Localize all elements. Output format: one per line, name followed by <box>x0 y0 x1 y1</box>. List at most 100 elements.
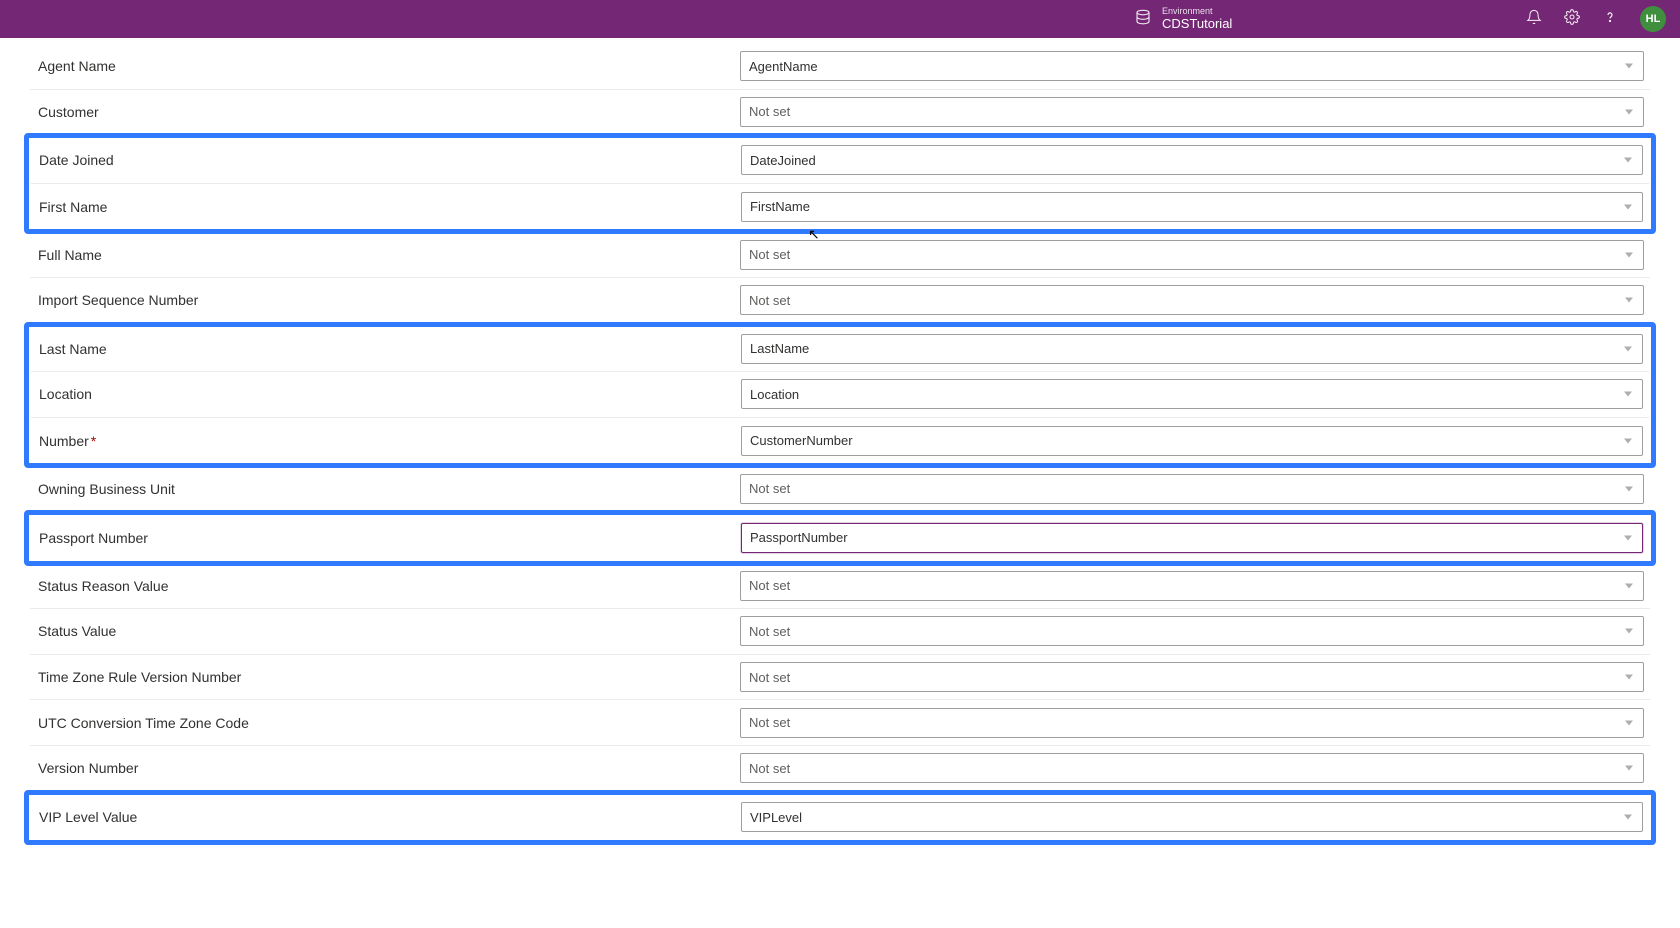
chevron-down-icon <box>1625 486 1633 491</box>
field-value-col: DateJoined <box>741 145 1649 175</box>
field-dropdown[interactable]: FirstName <box>741 192 1643 222</box>
field-label: Status Reason Value <box>30 578 740 594</box>
field-label: Agent Name <box>30 58 740 74</box>
field-mapping-form: Agent NameAgentNameCustomerNot setDate J… <box>0 38 1680 845</box>
chevron-down-icon <box>1625 583 1633 588</box>
field-label: UTC Conversion Time Zone Code <box>30 715 740 731</box>
field-label: Version Number <box>30 760 740 776</box>
field-dropdown[interactable]: Not set <box>740 708 1644 738</box>
field-value-col: AgentName <box>740 51 1650 81</box>
header-actions: HL <box>1526 6 1666 32</box>
field-dropdown[interactable]: Not set <box>740 571 1644 601</box>
user-avatar[interactable]: HL <box>1640 6 1666 32</box>
field-row: Status Value Not set <box>30 609 1650 655</box>
environment-label: Environment <box>1162 7 1232 17</box>
environment-picker[interactable]: Environment CDSTutorial <box>1134 7 1232 31</box>
field-dropdown[interactable]: Not set <box>740 616 1644 646</box>
field-value-col: LastName <box>741 334 1649 364</box>
chevron-down-icon <box>1624 346 1632 351</box>
field-value-col: Not set <box>740 616 1650 646</box>
chevron-down-icon <box>1624 204 1632 209</box>
field-value-col: FirstName <box>741 192 1649 222</box>
field-row: Owning Business Unit Not set <box>30 466 1650 512</box>
field-dropdown[interactable]: Not set <box>740 474 1644 504</box>
field-value-col: Not set <box>740 97 1650 127</box>
dropdown-value: CustomerNumber <box>750 433 853 448</box>
field-label: Location <box>31 386 741 402</box>
chevron-down-icon <box>1625 64 1633 69</box>
environment-name: CDSTutorial <box>1162 17 1232 31</box>
help-icon[interactable] <box>1602 9 1618 29</box>
field-label: Status Value <box>30 623 740 639</box>
chevron-down-icon <box>1625 766 1633 771</box>
field-value-col: Not set <box>740 571 1650 601</box>
field-label: Time Zone Rule Version Number <box>30 669 740 685</box>
field-dropdown[interactable]: Not set <box>740 97 1644 127</box>
dropdown-value: Not set <box>749 761 790 776</box>
field-value-col: Not set <box>740 474 1650 504</box>
field-value-col: PassportNumber <box>741 523 1649 553</box>
field-dropdown[interactable]: Not set <box>740 240 1644 270</box>
field-value-col: Not set <box>740 240 1650 270</box>
field-row: First Name FirstName <box>31 184 1649 230</box>
highlight-group: VIP Level Value VIPLevel <box>24 790 1656 846</box>
field-dropdown[interactable]: Location <box>741 379 1643 409</box>
dropdown-value: PassportNumber <box>750 530 848 545</box>
chevron-down-icon <box>1624 815 1632 820</box>
environment-text: Environment CDSTutorial <box>1162 7 1232 31</box>
field-dropdown[interactable]: CustomerNumber <box>741 426 1643 456</box>
chevron-down-icon <box>1625 109 1633 114</box>
field-dropdown[interactable]: AgentName <box>740 51 1644 81</box>
field-row: Time Zone Rule Version Number Not set <box>30 655 1650 701</box>
field-value-col: Location <box>741 379 1649 409</box>
dropdown-value: Not set <box>749 104 790 119</box>
dropdown-value: Not set <box>749 624 790 639</box>
dropdown-value: Not set <box>749 481 790 496</box>
avatar-initials: HL <box>1646 13 1661 25</box>
dropdown-value: VIPLevel <box>750 810 802 825</box>
required-marker: * <box>91 433 96 449</box>
field-row: VIP Level Value VIPLevel <box>31 795 1649 841</box>
field-dropdown[interactable]: LastName <box>741 334 1643 364</box>
chevron-down-icon <box>1624 392 1632 397</box>
field-dropdown[interactable]: VIPLevel <box>741 802 1643 832</box>
dropdown-value: FirstName <box>750 199 810 214</box>
field-label: Number* <box>31 433 741 449</box>
field-label: VIP Level Value <box>31 809 741 825</box>
field-label: Last Name <box>31 341 741 357</box>
field-label: Import Sequence Number <box>30 292 740 308</box>
chevron-down-icon <box>1625 675 1633 680</box>
field-dropdown[interactable]: Not set <box>740 662 1644 692</box>
field-row: CustomerNot set <box>30 90 1650 136</box>
field-dropdown[interactable]: PassportNumber <box>741 523 1643 553</box>
field-value-col: Not set <box>740 285 1650 315</box>
settings-icon[interactable] <box>1564 9 1580 29</box>
field-label: Owning Business Unit <box>30 481 740 497</box>
dropdown-value: AgentName <box>749 59 818 74</box>
field-dropdown[interactable]: Not set <box>740 285 1644 315</box>
app-header: Environment CDSTutorial HL <box>0 0 1680 38</box>
highlight-group: Date Joined DateJoined First Name FirstName <box>24 133 1656 234</box>
field-value-col: Not set <box>740 662 1650 692</box>
chevron-down-icon <box>1625 298 1633 303</box>
dropdown-value: Not set <box>749 578 790 593</box>
chevron-down-icon <box>1624 535 1632 540</box>
field-label: First Name <box>31 199 741 215</box>
highlight-group: Passport NumberPassportNumber <box>24 510 1656 566</box>
field-row: Location Location <box>31 372 1649 418</box>
notifications-icon[interactable] <box>1526 9 1542 29</box>
field-row: UTC Conversion Time Zone CodeNot set <box>30 700 1650 746</box>
field-row: Passport NumberPassportNumber <box>31 515 1649 561</box>
dropdown-value: DateJoined <box>750 153 816 168</box>
field-row: Full NameNot set <box>30 232 1650 278</box>
field-dropdown[interactable]: Not set <box>740 753 1644 783</box>
field-dropdown[interactable]: DateJoined <box>741 145 1643 175</box>
chevron-down-icon <box>1624 158 1632 163</box>
field-label: Date Joined <box>31 152 741 168</box>
field-row: Last NameLastName <box>31 327 1649 373</box>
chevron-down-icon <box>1625 629 1633 634</box>
dropdown-value: Location <box>750 387 799 402</box>
dropdown-value: Not set <box>749 670 790 685</box>
field-label: Full Name <box>30 247 740 263</box>
highlight-group: Last NameLastName Location Location Number*… <box>24 322 1656 469</box>
